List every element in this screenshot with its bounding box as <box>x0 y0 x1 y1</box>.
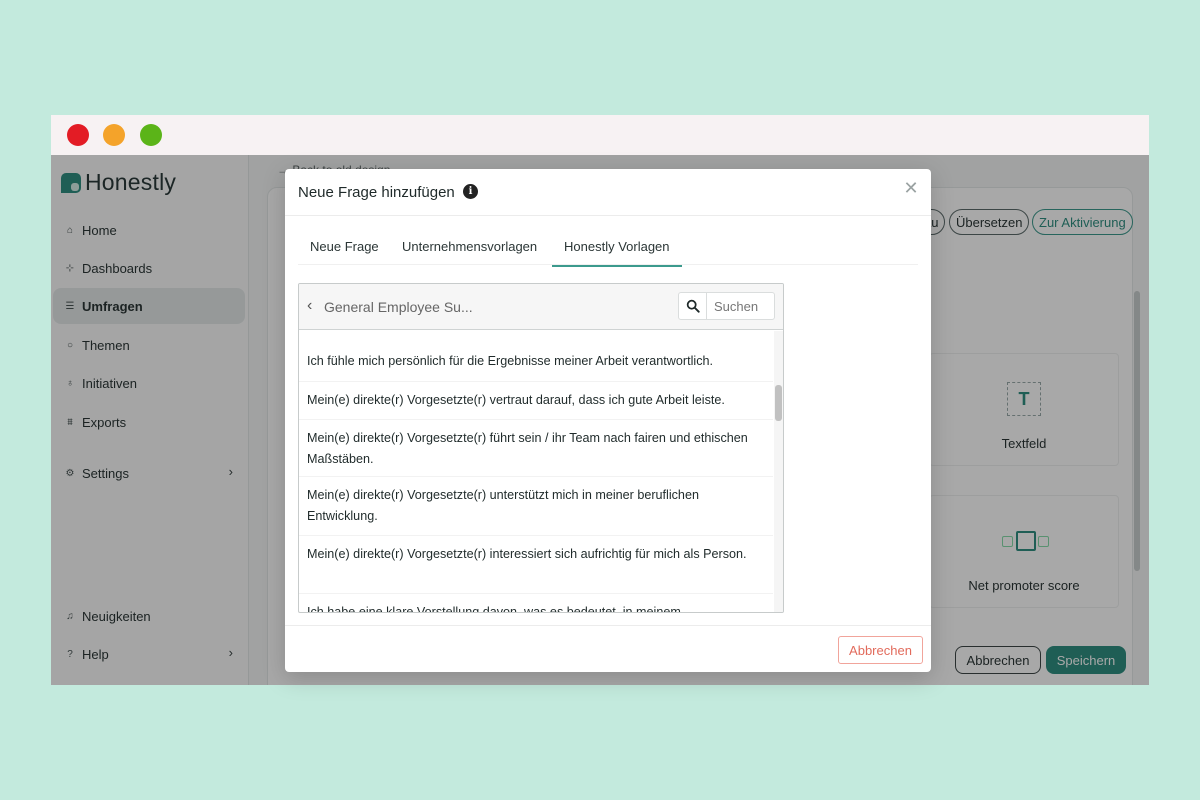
chevron-left-icon[interactable]: ‹ <box>307 297 312 315</box>
list-item[interactable]: Mein(e) direkte(r) Vorgesetzte(r) unters… <box>299 477 773 536</box>
search-input[interactable] <box>707 293 773 319</box>
close-icon[interactable]: ✕ <box>901 178 921 198</box>
template-browser: ‹ General Employee Su... Ich fühle mich … <box>298 283 784 613</box>
modal-footer: Abbrechen <box>285 625 931 672</box>
modal-tabs: Neue Frage Unternehmensvorlagen Honestly… <box>298 233 918 267</box>
title-bar <box>51 115 1149 155</box>
template-search <box>678 292 775 320</box>
tab-neue-frage[interactable]: Neue Frage <box>298 239 391 267</box>
maximize-window-button[interactable] <box>140 124 162 146</box>
list-item[interactable]: Mein(e) direkte(r) Vorgesetzte(r) führt … <box>299 420 773 477</box>
list-item[interactable]: Ich habe eine klare Vorstellung davon, w… <box>299 594 773 612</box>
template-list-scrollbar[interactable] <box>774 331 783 612</box>
list-item[interactable]: Ich fühle mich persönlich für die Ergebn… <box>299 331 773 382</box>
list-item[interactable]: Mein(e) direkte(r) Vorgesetzte(r) vertra… <box>299 382 773 420</box>
tab-unternehmensvorlagen[interactable]: Unternehmensvorlagen <box>390 239 549 267</box>
modal-title: Neue Frage hinzufügen <box>298 184 455 201</box>
template-title: General Employee Su... <box>324 299 473 315</box>
tab-honestly-vorlagen[interactable]: Honestly Vorlagen <box>552 239 682 267</box>
list-item[interactable]: Mein(e) direkte(r) Vorgesetzte(r) intere… <box>299 536 773 594</box>
modal-header: Neue Frage hinzufügen i ✕ <box>285 169 931 216</box>
info-icon[interactable]: i <box>463 184 478 199</box>
search-icon[interactable] <box>679 293 707 319</box>
cancel-button[interactable]: Abbrechen <box>838 636 923 664</box>
close-window-button[interactable] <box>67 124 89 146</box>
add-question-modal: Neue Frage hinzufügen i ✕ Neue Frage Unt… <box>285 169 931 672</box>
scrollbar-thumb[interactable] <box>775 385 782 421</box>
template-question-list: Ich fühle mich persönlich für die Ergebn… <box>299 331 773 612</box>
template-header: ‹ General Employee Su... <box>299 284 783 330</box>
minimize-window-button[interactable] <box>103 124 125 146</box>
